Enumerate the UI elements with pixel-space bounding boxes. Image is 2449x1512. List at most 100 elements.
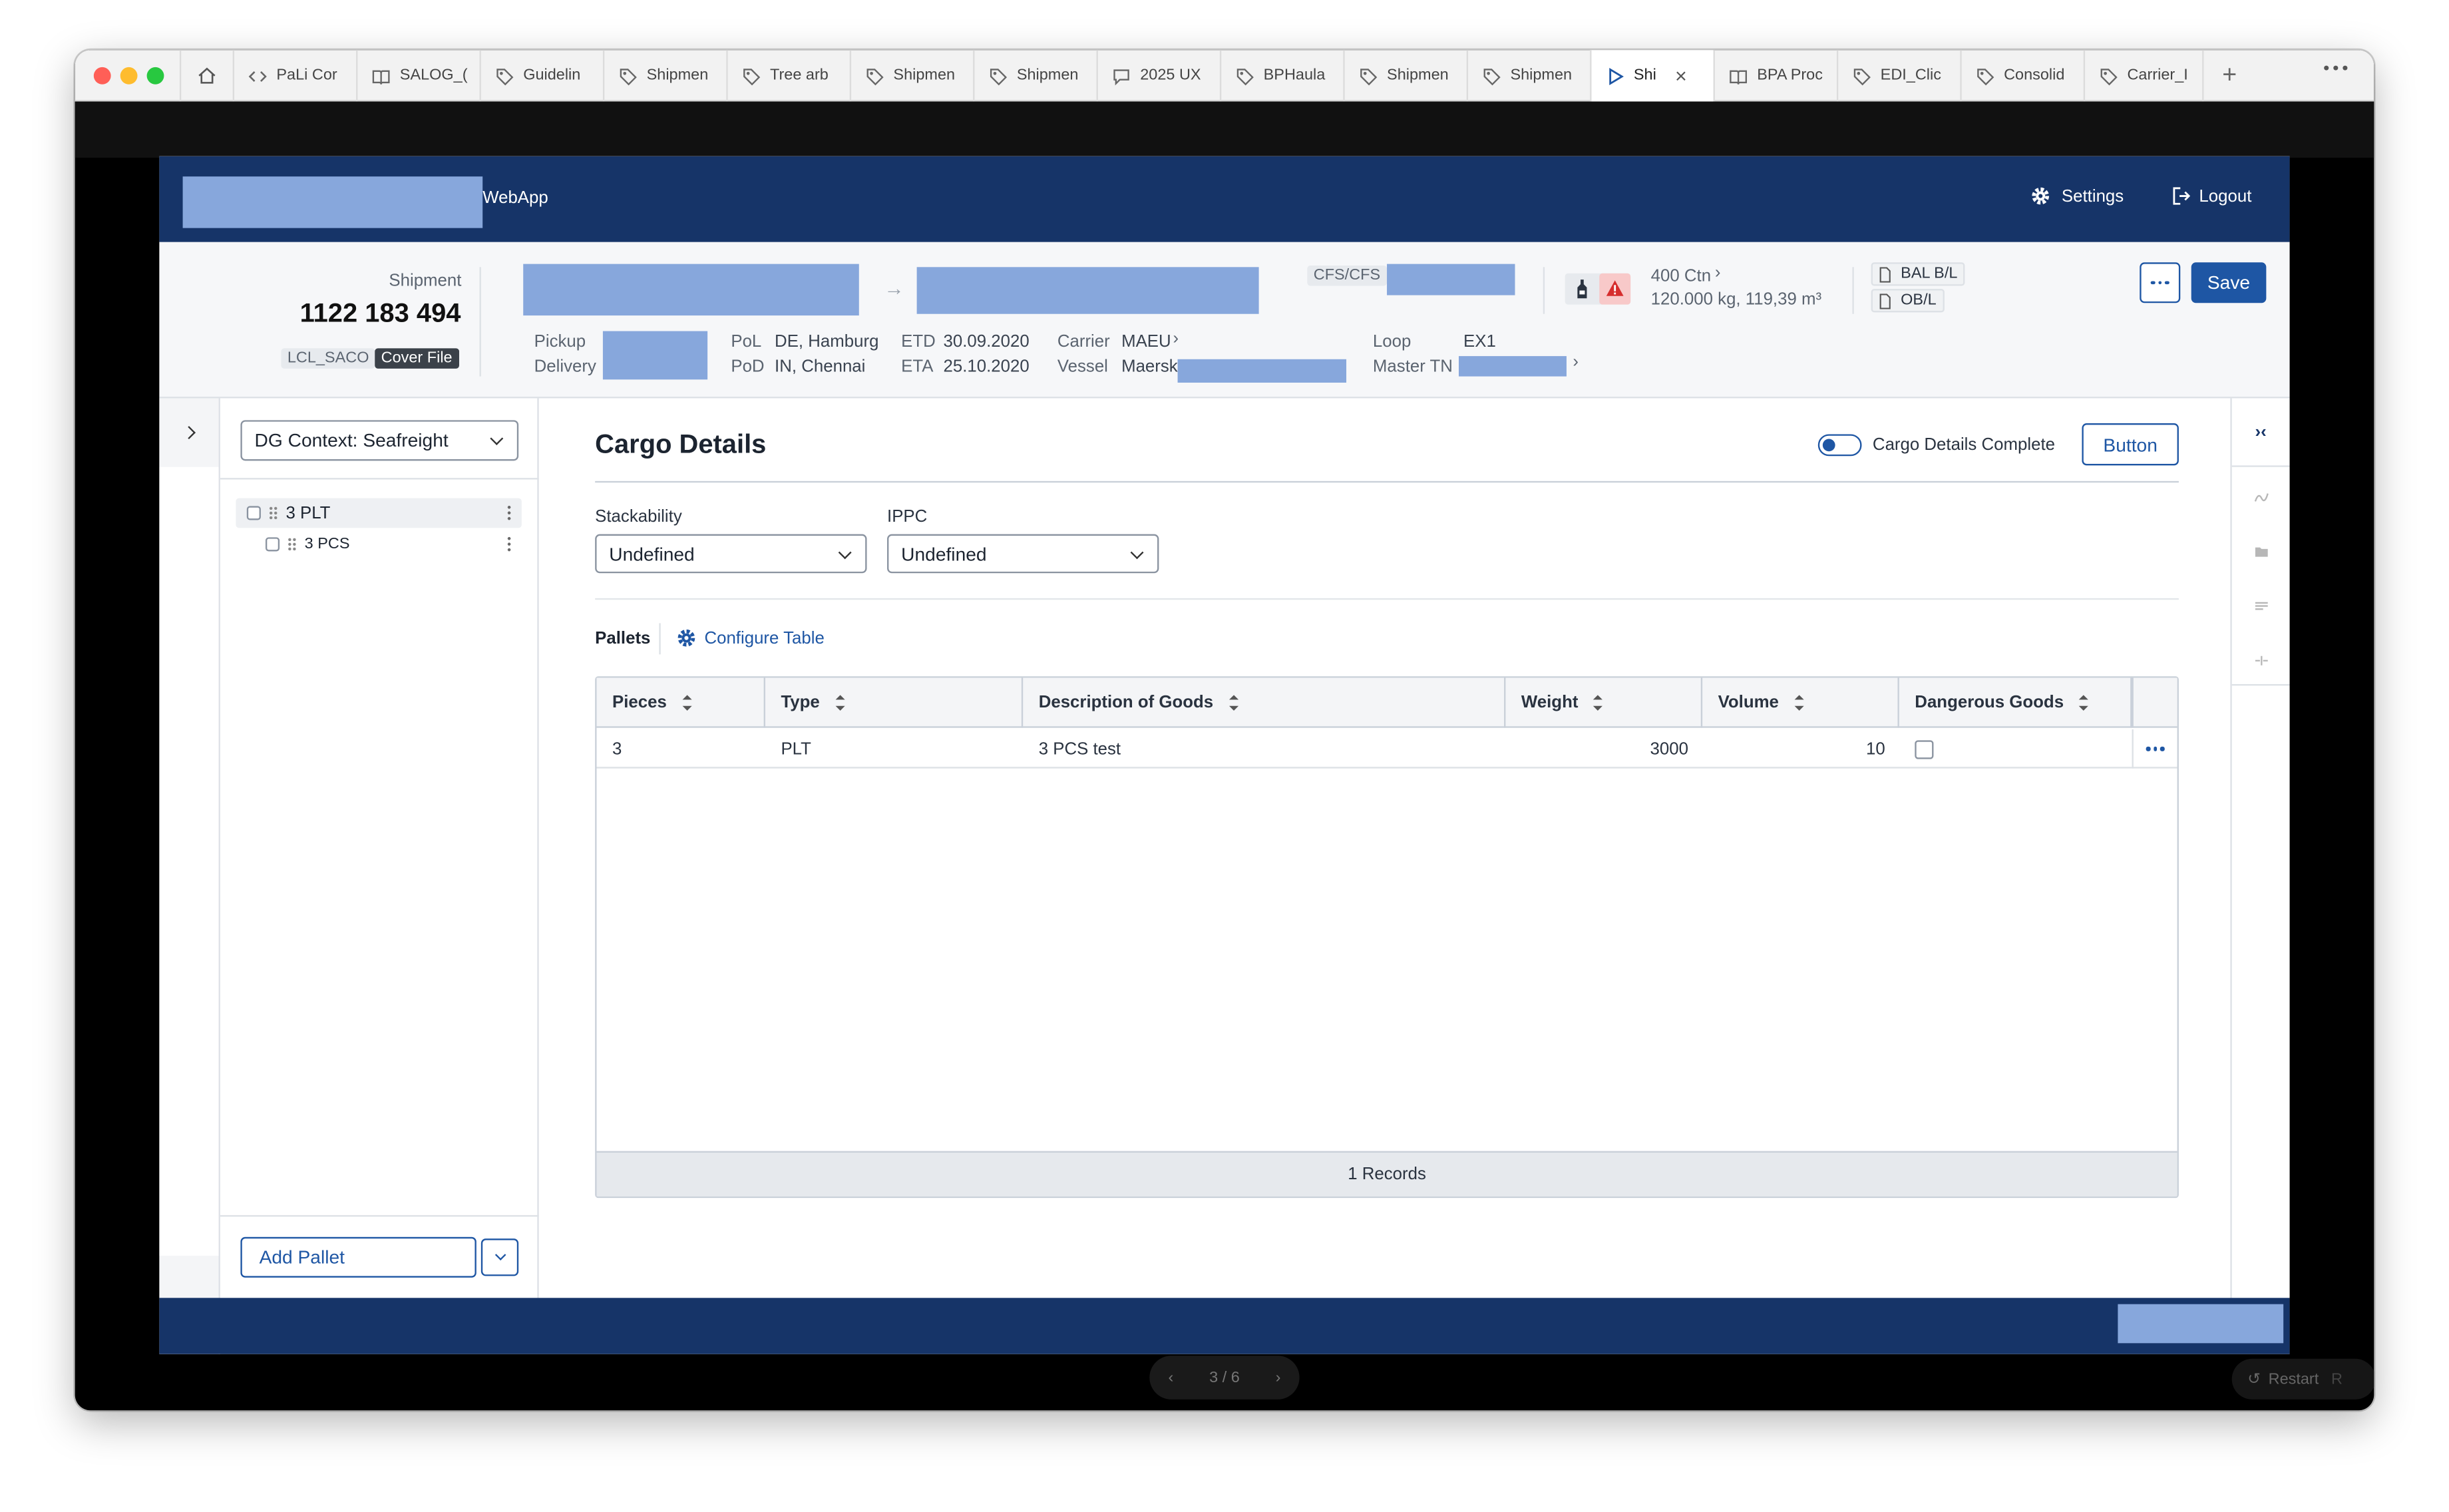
- bottle-icon: [1577, 280, 1587, 299]
- browser-tab[interactable]: Shipmen: [849, 50, 973, 102]
- tree-item-checkbox[interactable]: [246, 506, 261, 520]
- browser-tab-bar: PaLi Cor SALOG_( Guidelin Shipmen Tree arb Sh…: [75, 50, 2374, 102]
- logout-button[interactable]: Logout: [2171, 186, 2251, 206]
- cargo-complete-toggle[interactable]: [1817, 434, 1862, 457]
- home-tab[interactable]: [179, 50, 233, 102]
- close-tab-icon[interactable]: ×: [1675, 64, 1687, 87]
- chevron-down-icon: [494, 1248, 506, 1260]
- tree-item-pieces[interactable]: 3 PCS: [255, 530, 522, 560]
- shipment-label: Shipment: [389, 272, 462, 291]
- carton-count[interactable]: 400 Ctn: [1651, 267, 1711, 285]
- column-label: Weight: [1521, 693, 1579, 713]
- next-slide-button[interactable]: ›: [1276, 1369, 1281, 1386]
- kebab-icon[interactable]: [507, 535, 511, 553]
- drag-handle-icon[interactable]: [268, 506, 278, 520]
- browser-tab[interactable]: Shipmen: [602, 50, 726, 102]
- settings-button[interactable]: Settings: [2030, 186, 2124, 206]
- carrier-value[interactable]: MAEU: [1121, 333, 1171, 351]
- column-header-dangerous-goods[interactable]: Dangerous Goods: [1899, 677, 2132, 728]
- vessel-label: Vessel: [1057, 357, 1108, 377]
- column-header-description[interactable]: Description of Goods: [1023, 677, 1506, 728]
- tab-label: Shipmen: [646, 67, 709, 85]
- browser-tab[interactable]: BPA Proc: [1713, 50, 1837, 102]
- ippc-label: IPPC: [887, 507, 928, 526]
- bal-bl-document[interactable]: BAL B/L: [1871, 262, 1966, 286]
- more-actions-button[interactable]: [2140, 262, 2181, 303]
- close-window-button[interactable]: [93, 67, 111, 85]
- tag-icon: [1360, 68, 1378, 85]
- column-header-volume[interactable]: Volume: [1702, 677, 1899, 728]
- slide-pager: ‹ 3 / 6 ›: [1149, 1356, 1300, 1400]
- table-row[interactable]: [596, 728, 2177, 769]
- app-header: WebApp Settings Logout: [159, 156, 2290, 242]
- divider: [1852, 267, 1854, 314]
- master-tn-label: Master TN: [1372, 357, 1453, 377]
- drag-handle-icon[interactable]: [287, 537, 297, 552]
- save-button[interactable]: Save: [2191, 262, 2267, 303]
- collapse-panel-button[interactable]: ›‹: [2231, 398, 2290, 467]
- new-tab-button[interactable]: +: [2202, 50, 2255, 102]
- stackability-select[interactable]: Undefined: [595, 534, 867, 574]
- restart-button[interactable]: ↺ Restart R: [2231, 1358, 2374, 1400]
- configure-table-link[interactable]: Configure Table: [676, 628, 825, 648]
- chevron-right-icon[interactable]: ›: [1573, 353, 1579, 371]
- tab-label: SALOG_(: [399, 67, 468, 85]
- tag-icon: [1853, 68, 1871, 85]
- tree-item-label: 3 PCS: [304, 535, 350, 553]
- chevron-right-icon[interactable]: ›: [1173, 329, 1179, 348]
- column-header-weight[interactable]: Weight: [1505, 677, 1703, 728]
- generic-button[interactable]: Button: [2082, 423, 2179, 466]
- chevron-right-icon[interactable]: ›: [1715, 264, 1721, 283]
- records-count: 1 Records: [1348, 1165, 1426, 1184]
- row-actions-button[interactable]: [2132, 729, 2177, 769]
- browser-tab[interactable]: BPHaula: [1219, 50, 1343, 102]
- minimize-window-button[interactable]: [120, 67, 138, 85]
- tag-icon: [620, 68, 637, 85]
- tab-label: Tree arb: [770, 67, 829, 85]
- previous-slide-button[interactable]: ‹: [1168, 1369, 1173, 1386]
- divider: [220, 478, 539, 480]
- browser-tab[interactable]: Shi ×: [1590, 50, 1714, 102]
- browser-tab[interactable]: Tree arb: [726, 50, 849, 102]
- redacted-addresses: [602, 331, 708, 380]
- browser-tab[interactable]: 2025 UX: [1096, 50, 1220, 102]
- add-pallet-button[interactable]: Add Pallet: [240, 1236, 476, 1278]
- dg-context-select[interactable]: DG Context: Seafreight: [240, 420, 519, 461]
- dangerous-goods-checkbox[interactable]: [1915, 739, 1934, 759]
- browser-tab[interactable]: Shipmen: [1466, 50, 1590, 102]
- redacted-vessel-name: [1177, 359, 1347, 383]
- redacted-container: [1387, 264, 1515, 295]
- tab-label: BPA Proc: [1757, 67, 1823, 85]
- ob-l-document[interactable]: OB/L: [1871, 289, 1945, 313]
- browser-tab[interactable]: Carrier_I: [2083, 50, 2207, 102]
- ippc-select[interactable]: Undefined: [887, 534, 1159, 574]
- etd-label: ETD: [901, 332, 936, 352]
- browser-tab[interactable]: Shipmen: [973, 50, 1096, 102]
- column-header-pieces[interactable]: Pieces: [597, 677, 765, 728]
- browser-tab[interactable]: EDI_Clic: [1836, 50, 1960, 102]
- kebab-icon[interactable]: [507, 504, 511, 522]
- tree-item-pallet[interactable]: 3 PLT: [236, 498, 522, 528]
- more-icon: [2146, 747, 2165, 751]
- maximize-window-button[interactable]: [146, 67, 164, 85]
- rail-section: [2231, 467, 2290, 686]
- divider: [479, 267, 481, 377]
- settings-label: Settings: [2061, 186, 2124, 206]
- warning-icon: [1599, 273, 1631, 305]
- add-pallet-dropdown[interactable]: [480, 1238, 519, 1276]
- stackability-value: Undefined: [609, 542, 695, 565]
- sort-icon: [682, 695, 692, 711]
- document-icon: [1879, 293, 1891, 309]
- column-header-type[interactable]: Type: [765, 677, 1024, 728]
- browser-tab[interactable]: Shipmen: [1343, 50, 1466, 102]
- tree-item-checkbox[interactable]: [265, 537, 280, 552]
- browser-tab[interactable]: Consolid: [1960, 50, 2083, 102]
- browser-tab[interactable]: SALOG_(: [356, 50, 479, 102]
- browser-tab[interactable]: PaLi Cor: [232, 50, 356, 102]
- logout-icon: [2173, 187, 2191, 205]
- pickup-label: Pickup: [534, 332, 586, 352]
- browser-menu-button[interactable]: [2324, 65, 2348, 71]
- right-rail: ›‹: [2230, 398, 2290, 1298]
- expand-sidebar-button[interactable]: [159, 398, 219, 467]
- browser-tab[interactable]: Guidelin: [479, 50, 602, 102]
